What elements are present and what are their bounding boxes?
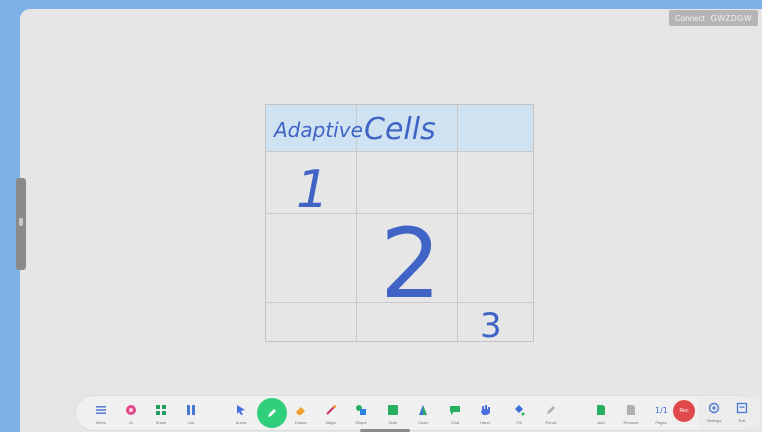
shape-label: Shape	[355, 420, 367, 425]
magic-label: Magic	[325, 420, 337, 425]
chat-label: Chat	[450, 420, 460, 425]
exit-button[interactable]: Exit	[729, 396, 755, 430]
table-col-divider	[457, 105, 458, 341]
pages-label: Pages	[655, 420, 667, 425]
share-tool[interactable]: Share	[148, 398, 174, 432]
eraser-label: Eraser	[295, 420, 307, 425]
chat-tool[interactable]: Chat	[442, 398, 468, 432]
note-icon	[388, 405, 398, 415]
remove-label: Remove	[623, 420, 639, 425]
bucket-icon	[515, 405, 525, 416]
side-panel-handle[interactable]	[16, 178, 26, 270]
settings-label: Settings	[706, 418, 722, 423]
note-label: Note	[388, 420, 398, 425]
columns-icon	[187, 405, 195, 415]
pencil-tool[interactable]: Pencil	[538, 398, 564, 432]
triangle-icon	[419, 405, 427, 415]
grid-icon	[156, 405, 166, 415]
cell-text-1: 1	[296, 160, 329, 220]
connect-code: GWZDGW	[710, 13, 752, 23]
connect-badge[interactable]: Connect GWZDGW	[668, 10, 758, 26]
connect-label: Connect	[674, 13, 705, 23]
pen-icon	[268, 409, 276, 417]
record-label: Rec	[679, 408, 689, 414]
pencil-label: Pencil	[545, 420, 557, 425]
app-window: Connect GWZDGW Adaptive Cells 1 2 3 Menu…	[0, 0, 762, 432]
eraser-tool[interactable]: Eraser	[288, 398, 314, 432]
cell-text-2: 2	[380, 208, 441, 320]
hand-tool[interactable]: Hand	[472, 398, 498, 432]
adaptive-table[interactable]: Adaptive Cells 1 2 3	[265, 104, 534, 346]
share-label: Share	[155, 420, 167, 425]
table-header-cell-2[interactable]: Cells	[362, 105, 454, 149]
settings-button[interactable]: Settings	[701, 396, 727, 430]
handle-grip-icon	[19, 218, 23, 226]
eraser-icon	[296, 407, 305, 415]
ai-label: AI	[129, 420, 133, 425]
page-gray-icon	[627, 405, 635, 415]
add-label: Add	[597, 420, 605, 425]
list-label: List	[187, 420, 195, 425]
header-text-cells: Cells	[364, 112, 436, 147]
arrow-tool[interactable]: Arrow	[228, 398, 254, 432]
ai-tool[interactable]: AI	[118, 398, 144, 432]
table-cell-r3c3[interactable]: 3	[476, 305, 510, 346]
table-cell-r1c1[interactable]: 1	[290, 157, 330, 220]
magic-tool[interactable]: Magic	[318, 398, 344, 432]
page-count-icon: 1/1	[655, 406, 667, 415]
chart-tool[interactable]: Chart	[410, 398, 436, 432]
menu-label: Menu	[95, 420, 106, 425]
table-header-cell-3[interactable]	[462, 109, 532, 149]
fill-label: Fill	[516, 420, 522, 425]
arrow-label: Arrow	[235, 420, 247, 425]
shape-tool[interactable]: Shape	[348, 398, 374, 432]
cursor-icon	[237, 405, 245, 415]
chart-label: Chart	[418, 420, 428, 425]
note-tool[interactable]: Note	[380, 398, 406, 432]
wand-icon	[326, 405, 336, 415]
pencil-icon	[547, 406, 555, 414]
list-tool[interactable]: List	[178, 398, 204, 432]
remove-tool[interactable]: Remove	[618, 398, 644, 432]
menu-tool[interactable]: Menu	[88, 398, 114, 432]
shapes-icon	[356, 405, 366, 415]
pages-tool[interactable]: 1/1 Pages	[648, 398, 674, 432]
record-button[interactable]: Rec	[673, 400, 695, 422]
exit-label: Exit	[738, 418, 746, 423]
header-text-adaptive: Adaptive	[272, 118, 363, 142]
hand-label: Hand	[480, 420, 490, 425]
pen-tool-active[interactable]	[257, 398, 287, 428]
table-cell-r2c2[interactable]: 2	[378, 208, 454, 320]
table-header-cell-1[interactable]: Adaptive	[272, 109, 363, 149]
fill-tool[interactable]: Fill	[506, 398, 532, 432]
settings-icon	[708, 402, 720, 414]
flower-icon	[126, 405, 136, 415]
page-icon	[597, 405, 605, 415]
exit-icon	[736, 402, 748, 414]
svg-text:1/1: 1/1	[655, 406, 667, 415]
table-row-divider	[266, 151, 533, 152]
menu-icon	[96, 406, 106, 414]
hand-icon	[481, 405, 490, 415]
chat-icon	[450, 406, 460, 415]
add-tool[interactable]: Add	[588, 398, 614, 432]
cell-text-3: 3	[480, 306, 502, 346]
